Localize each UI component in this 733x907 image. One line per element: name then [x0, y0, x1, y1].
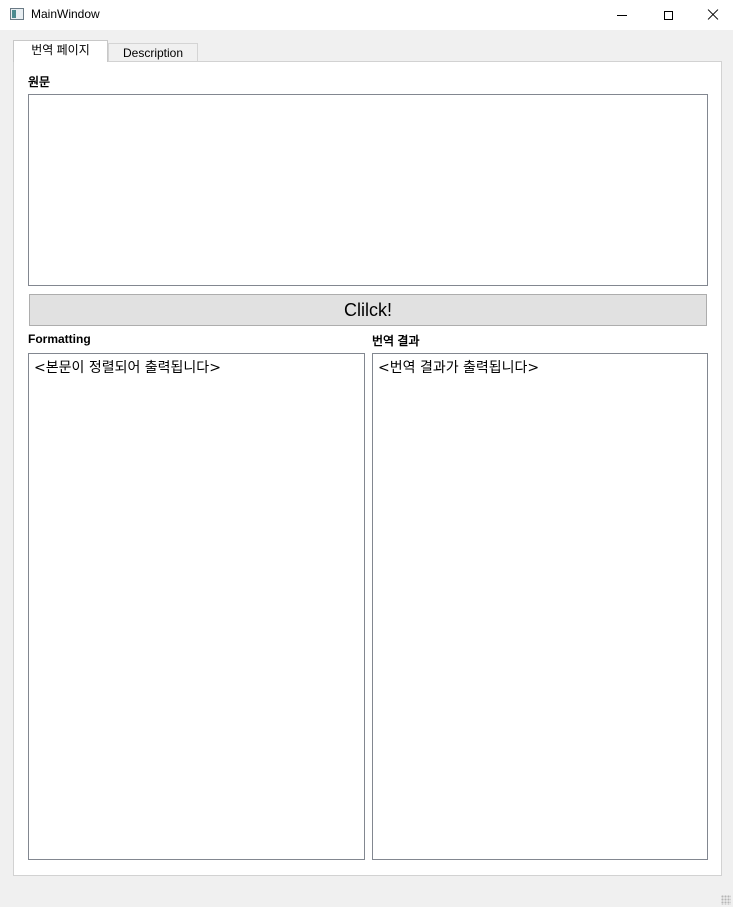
minimize-icon: [617, 14, 627, 16]
app-window-icon: [10, 8, 24, 20]
source-label: 원문: [28, 75, 51, 89]
title-bar: MainWindow: [0, 0, 733, 30]
window-title: MainWindow: [31, 7, 100, 21]
formatting-placeholder: <본문이 정렬되어 출력됩니다>: [34, 360, 221, 376]
result-output[interactable]: <번역 결과가 출력됩니다>: [372, 353, 708, 860]
tab-translation-page[interactable]: 번역 페이지: [13, 40, 108, 62]
translate-button[interactable]: Clilck!: [29, 294, 707, 326]
formatting-label: Formatting: [28, 332, 91, 346]
minimize-button[interactable]: [599, 0, 645, 30]
maximize-icon: [663, 10, 673, 20]
resize-grip[interactable]: [721, 895, 731, 905]
result-placeholder: <번역 결과가 출력됩니다>: [378, 360, 540, 376]
maximize-button[interactable]: [645, 0, 691, 30]
result-label: 번역 결과: [372, 334, 420, 348]
close-button[interactable]: [690, 0, 733, 30]
tab-description[interactable]: Description: [108, 43, 198, 61]
source-text-input[interactable]: [28, 94, 708, 286]
formatting-output[interactable]: <본문이 정렬되어 출력됩니다>: [28, 353, 365, 860]
close-icon: [707, 9, 719, 21]
source-textarea[interactable]: [34, 98, 702, 282]
